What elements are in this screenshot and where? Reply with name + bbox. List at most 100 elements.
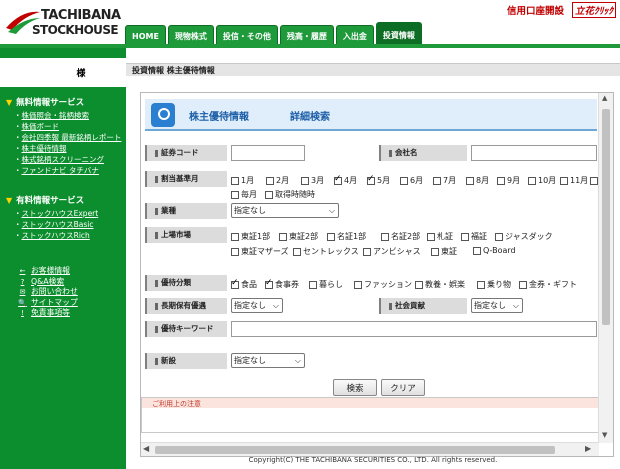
checkbox[interactable]: [519, 280, 527, 289]
month-option-7[interactable]: 8月: [466, 175, 489, 186]
checkbox[interactable]: [309, 280, 317, 289]
month-option-3[interactable]: 4月: [334, 174, 357, 186]
long-term-select[interactable]: 指定なし ⌵: [231, 298, 283, 313]
checkbox[interactable]: [381, 232, 389, 241]
market-option-8[interactable]: セントレックス: [293, 246, 359, 257]
vertical-scrollbar[interactable]: ▲ ▼: [598, 93, 613, 443]
month-extra-0[interactable]: 毎月: [231, 189, 257, 200]
checkbox[interactable]: [266, 176, 274, 185]
checkbox[interactable]: [301, 176, 309, 185]
checkbox[interactable]: [495, 232, 503, 241]
month-option-9[interactable]: 10月: [528, 175, 556, 186]
market-option-10[interactable]: 東証: [431, 246, 457, 257]
free-service-link-4[interactable]: 株式銘柄スクリーニング: [14, 154, 124, 165]
market-option-3[interactable]: 名証2部: [381, 231, 420, 242]
checkbox[interactable]: [560, 176, 568, 185]
paid-service-link-2[interactable]: ストックハウスRich: [14, 230, 124, 241]
benefit-option-4[interactable]: 教養・娯楽: [415, 279, 465, 290]
scroll-right-icon[interactable]: ▶: [585, 444, 591, 453]
free-service-link-1[interactable]: 株価ボード: [14, 121, 124, 132]
market-option-0[interactable]: 東証1部: [231, 231, 270, 242]
month-option-10[interactable]: 11月: [560, 175, 588, 186]
checkbox[interactable]: [293, 247, 301, 256]
month-option-1[interactable]: 2月: [266, 175, 289, 186]
utility-link-1[interactable]: ? Q&A検索: [18, 277, 78, 288]
checkbox[interactable]: [427, 232, 435, 241]
clear-button[interactable]: クリア: [381, 379, 425, 396]
checkbox[interactable]: [473, 246, 481, 255]
checkbox[interactable]: [327, 232, 335, 241]
company-input[interactable]: [471, 145, 597, 161]
free-service-link-2[interactable]: 会社四季報 最新銘柄レポート: [14, 132, 124, 143]
paid-service-link-1[interactable]: ストックハウスBasic: [14, 219, 124, 230]
market-option-9[interactable]: アンビシャス: [363, 246, 421, 257]
checkbox[interactable]: [354, 280, 362, 289]
checkbox[interactable]: [528, 176, 536, 185]
month-option-8[interactable]: 9月: [497, 175, 520, 186]
checkbox[interactable]: [400, 176, 408, 185]
market-option-2[interactable]: 名証1部: [327, 231, 366, 242]
market-option-5[interactable]: 福証: [461, 231, 487, 242]
benefit-option-6[interactable]: 金券・ギフト: [519, 279, 577, 290]
checkbox[interactable]: [497, 176, 505, 185]
benefit-option-2[interactable]: 暮らし: [309, 279, 343, 290]
checkbox[interactable]: [231, 176, 239, 185]
checkbox[interactable]: [231, 278, 239, 289]
checkbox[interactable]: [477, 280, 485, 289]
utility-link-3[interactable]: 🔍 サイトマップ: [18, 298, 78, 309]
checkbox[interactable]: [415, 280, 423, 289]
utility-link-0[interactable]: ← お客様情報: [18, 266, 78, 277]
market-option-7[interactable]: 東証マザーズ: [231, 246, 289, 257]
market-option-1[interactable]: 東証2部: [279, 231, 318, 242]
benefit-option-3[interactable]: ファッション: [354, 279, 412, 290]
checkbox[interactable]: [231, 232, 239, 241]
benefit-option-1[interactable]: 食事券: [265, 278, 299, 290]
open-credit-account-link[interactable]: 信用口座開設: [507, 3, 564, 17]
checkbox[interactable]: [265, 278, 273, 289]
free-service-link-3[interactable]: 株主優待情報: [14, 143, 124, 154]
checkbox[interactable]: [590, 176, 598, 185]
checkbox[interactable]: [334, 174, 342, 185]
month-option-5[interactable]: 6月: [400, 175, 423, 186]
checkbox[interactable]: [461, 232, 469, 241]
horizontal-scrollbar[interactable]: ◀ ▶: [141, 442, 599, 456]
checkbox[interactable]: [466, 176, 474, 185]
month-option-0[interactable]: 1月: [231, 175, 254, 186]
free-service-link-5[interactable]: ファンドナビ タチバナ: [14, 165, 124, 176]
market-option-6[interactable]: ジャスダック: [495, 231, 553, 242]
benefit-option-0[interactable]: 食品: [231, 278, 257, 290]
scroll-up-icon[interactable]: ▲: [602, 94, 607, 102]
market-option-4[interactable]: 札証: [427, 231, 453, 242]
market-option-11[interactable]: Q-Board: [473, 246, 516, 255]
industry-select[interactable]: 指定なし ⌵: [231, 203, 339, 218]
keyword-input[interactable]: [231, 321, 597, 337]
month-option-2[interactable]: 3月: [301, 175, 324, 186]
checkbox[interactable]: [279, 232, 287, 241]
utility-link-4[interactable]: ! 免責事項等: [18, 308, 78, 319]
benefit-option-5[interactable]: 乗り物: [477, 279, 511, 290]
month-option-4[interactable]: 5月: [367, 174, 390, 186]
free-service-link-0[interactable]: 株価照会・銘柄検索: [14, 110, 124, 121]
search-button[interactable]: 検索: [333, 379, 377, 396]
new-select[interactable]: 指定なし ⌵: [231, 353, 305, 368]
code-input[interactable]: [231, 145, 305, 161]
horizontal-scroll-thumb[interactable]: [155, 446, 555, 454]
utility-link-2[interactable]: ✉ お問い合わせ: [18, 287, 78, 298]
checkbox[interactable]: [363, 247, 371, 256]
checkbox[interactable]: [431, 247, 439, 256]
checkbox[interactable]: [367, 174, 375, 185]
checkbox[interactable]: [231, 190, 239, 199]
month-extra-1[interactable]: 取得時随時: [265, 189, 315, 200]
brand-badge-link[interactable]: 立花ｸﾘｯｸ: [571, 2, 616, 18]
month-option-6[interactable]: 7月: [433, 175, 456, 186]
vertical-scroll-thumb[interactable]: [602, 109, 610, 325]
social-select[interactable]: 指定なし ⌵: [471, 298, 523, 313]
company-logo[interactable]: TACHIBANA STOCKHOUSE: [4, 6, 122, 40]
checkbox[interactable]: [231, 247, 239, 256]
paid-service-link-0[interactable]: ストックハウスExpert: [14, 208, 124, 219]
scroll-down-icon[interactable]: ▼: [602, 431, 607, 439]
checkbox[interactable]: [265, 190, 273, 199]
checkbox[interactable]: [433, 176, 441, 185]
chevron-down-icon: ⌵: [272, 301, 279, 310]
scroll-left-icon[interactable]: ◀: [143, 444, 149, 453]
